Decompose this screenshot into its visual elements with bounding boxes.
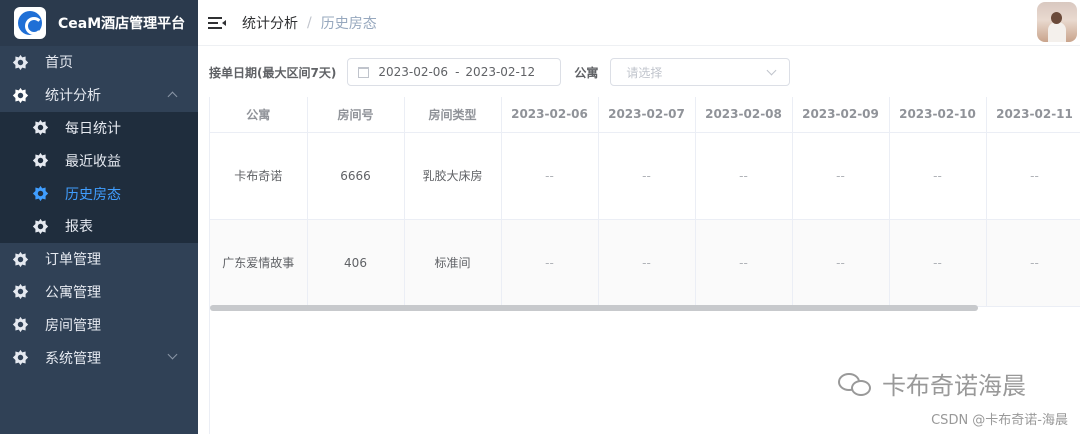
gear-icon <box>12 251 29 267</box>
chevron-down-icon <box>167 349 178 360</box>
table-cell: -- <box>889 132 987 220</box>
table-cell: 标准间 <box>404 219 502 307</box>
sidebar-item-daily-stats[interactable]: 每日统计 <box>0 111 198 145</box>
gear-icon <box>32 120 49 136</box>
apartment-label: 公寓 <box>574 65 599 80</box>
sidebar-item-label: 系统管理 <box>45 350 101 367</box>
column-header: 2023-02-08 <box>695 97 793 133</box>
calendar-icon <box>358 66 370 78</box>
table-cell: -- <box>986 219 1080 307</box>
table-cell: 406 <box>307 219 405 307</box>
date-range-picker[interactable]: 2023-02-06 - 2023-02-12 <box>347 58 562 86</box>
table-cell: 卡布奇诺 <box>210 132 308 220</box>
csdn-watermark: CSDN @卡布奇诺-海晨 <box>931 413 1068 428</box>
column-header: 房间号 <box>307 97 405 133</box>
sidebar-item-room-history[interactable]: 历史房态 <box>0 177 198 210</box>
sidebar-item-statistics[interactable]: 统计分析 <box>0 79 198 112</box>
sidebar-item-label: 首页 <box>45 55 73 72</box>
table-row: 卡布奇诺 6666 乳胶大床房 -- -- -- -- -- -- <box>210 132 1080 220</box>
column-header: 2023-02-07 <box>598 97 696 133</box>
table-cell: -- <box>986 132 1080 220</box>
column-header: 2023-02-11 <box>986 97 1080 133</box>
sidebar-item-label: 订单管理 <box>45 252 101 269</box>
horizontal-scrollbar[interactable] <box>210 305 978 311</box>
logo-row[interactable]: CeaM酒店管理平台 <box>0 0 198 46</box>
top-header: 统计分析 / 历史房态 <box>198 0 1080 46</box>
column-header: 2023-02-06 <box>501 97 599 133</box>
app-title: CeaM酒店管理平台 <box>58 16 186 32</box>
column-header: 公寓 <box>210 97 308 133</box>
gear-icon <box>12 87 29 103</box>
sidebar-item-system[interactable]: 系统管理 <box>0 341 198 374</box>
watermark-text: 卡布奇诺海晨 <box>882 372 1026 400</box>
gear-icon <box>12 54 29 71</box>
apartment-select[interactable]: 请选择 <box>610 58 791 86</box>
table-cell: 乳胶大床房 <box>404 132 502 220</box>
column-header: 2023-02-09 <box>792 97 890 133</box>
table-header-row: 公寓 房间号 房间类型 2023-02-06 2023-02-07 2023-0… <box>210 97 1080 133</box>
sidebar-item-rooms[interactable]: 房间管理 <box>0 308 198 341</box>
table-cell: -- <box>501 132 599 220</box>
sidebar-item-apartments[interactable]: 公寓管理 <box>0 276 198 309</box>
wechat-icon <box>836 369 876 399</box>
table-cell: -- <box>889 219 987 307</box>
gear-icon <box>12 317 29 333</box>
watermark: 卡布奇诺海晨 <box>836 366 1026 401</box>
table-cell: -- <box>792 132 890 220</box>
menu-toggle-icon[interactable] <box>208 15 226 31</box>
sidebar-item-reports[interactable]: 报表 <box>0 209 198 243</box>
date-start[interactable]: 2023-02-06 <box>378 65 448 79</box>
breadcrumb-separator: / <box>307 14 312 31</box>
gear-icon <box>32 218 49 235</box>
sidebar-item-orders[interactable]: 订单管理 <box>0 243 198 276</box>
sidebar-item-label: 历史房态 <box>65 186 121 203</box>
table-cell: 6666 <box>307 132 405 220</box>
gear-icon <box>32 153 49 169</box>
gear-icon <box>12 284 29 300</box>
sidebar-item-label: 公寓管理 <box>45 284 101 301</box>
filter-bar: 接单日期(最大区间7天) 2023-02-06 - 2023-02-12 公寓 … <box>209 58 791 86</box>
apartment-select-placeholder: 请选择 <box>626 65 663 80</box>
breadcrumb-current: 历史房态 <box>320 15 377 32</box>
column-header: 房间类型 <box>404 97 502 133</box>
sidebar-item-label: 报表 <box>65 219 93 236</box>
avatar[interactable] <box>1037 2 1077 42</box>
table-cell: -- <box>598 132 696 220</box>
gear-icon <box>32 185 49 202</box>
breadcrumb-parent[interactable]: 统计分析 <box>242 13 298 33</box>
sidebar-item-recent-revenue[interactable]: 最近收益 <box>0 144 198 178</box>
table-cell: -- <box>598 219 696 307</box>
sidebar-item-label: 每日统计 <box>65 120 121 137</box>
sidebar-item-label: 统计分析 <box>45 88 101 105</box>
date-range-label: 接单日期(最大区间7天) <box>209 65 337 80</box>
sidebar: CeaM酒店管理平台 首页 统计分析 每日统计 最近收益 历史房态 报表 订单管… <box>0 0 198 434</box>
sidebar-item-label: 最近收益 <box>65 153 121 170</box>
table-row: 广东爱情故事 406 标准间 -- -- -- -- -- -- <box>210 219 1080 307</box>
table-cell: -- <box>501 219 599 307</box>
table-cell: -- <box>792 219 890 307</box>
column-header: 2023-02-10 <box>889 97 987 133</box>
sidebar-item-home[interactable]: 首页 <box>0 46 198 79</box>
sidebar-item-label: 房间管理 <box>45 317 101 334</box>
gear-icon <box>12 349 29 366</box>
chevron-down-icon <box>766 65 777 76</box>
logo <box>14 7 46 39</box>
date-range-separator: - <box>455 65 460 79</box>
table-cell: -- <box>695 219 793 307</box>
table-cell: -- <box>695 132 793 220</box>
chevron-up-icon <box>167 91 178 102</box>
table-cell: 广东爱情故事 <box>210 219 308 307</box>
date-end[interactable]: 2023-02-12 <box>465 65 535 79</box>
